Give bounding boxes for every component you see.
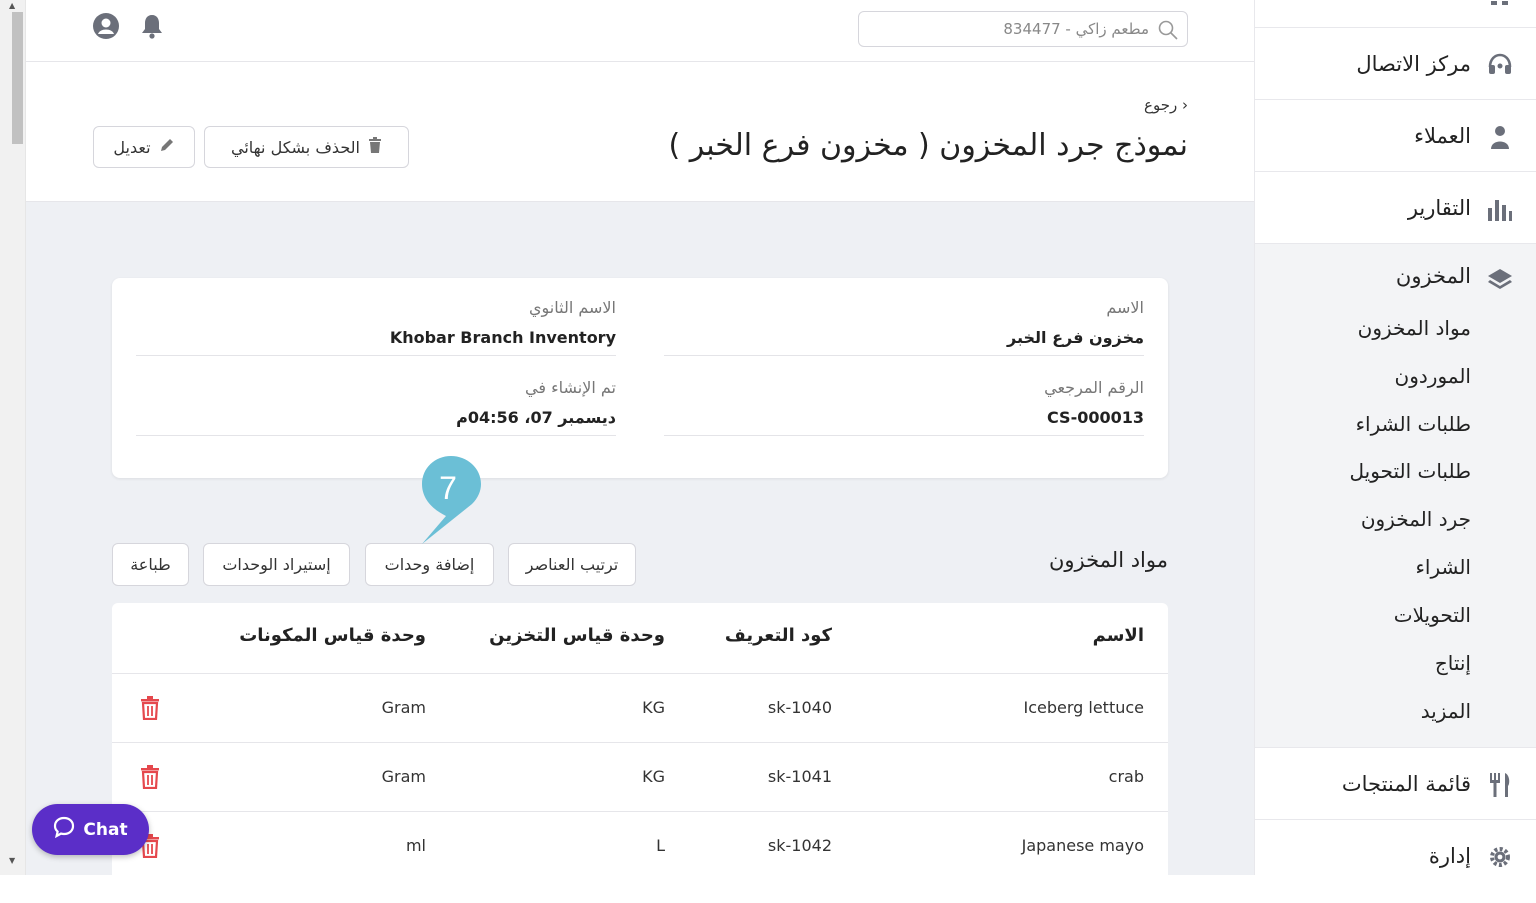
sidebar-sub-purchasing[interactable]: الشراء [1416, 555, 1472, 579]
chat-bubble-icon [53, 816, 75, 843]
import-units-button[interactable]: إستيراد الوحدات [203, 543, 350, 586]
cell-sku: sk-1040 [767, 698, 832, 717]
sidebar-item-reports[interactable]: التقارير [1255, 172, 1536, 244]
delete-row-trash-icon[interactable] [140, 696, 160, 721]
cell-ingredient-unit: ml [405, 836, 426, 855]
created-label: تم الإنشاء في [525, 378, 616, 397]
cell-storage-unit: KG [642, 698, 665, 717]
sidebar-sub-inventory-items[interactable]: مواد المخزون [1358, 316, 1471, 340]
sidebar-item-menu[interactable]: قائمة المنتجات [1255, 748, 1536, 820]
headset-icon [1487, 52, 1513, 78]
sidebar-sub-inventory-count[interactable]: جرد المخزون [1361, 507, 1471, 531]
cell-ingredient-unit: Gram [381, 767, 426, 786]
sidebar-item-label: التقارير [1407, 196, 1471, 220]
created-value: ديسمبر 07، 04:56م [456, 408, 616, 427]
chat-label: Chat [83, 819, 128, 840]
scroll-up-arrow-icon[interactable]: ▲ [9, 2, 15, 10]
scrollbar-thumb[interactable] [12, 12, 23, 144]
column-header-ingredient-unit: وحدة قياس المكونات [239, 625, 426, 646]
sidebar-sub-more[interactable]: المزيد [1421, 699, 1471, 723]
search-input[interactable]: مطعم زاكي - 834477 [858, 11, 1188, 47]
items-section-title: مواد المخزون [1048, 548, 1168, 572]
user-circle-icon[interactable] [92, 12, 120, 40]
column-header-name: الاسم [1092, 625, 1144, 646]
sidebar-item-label: قائمة المنتجات [1341, 772, 1471, 796]
gear-icon [1487, 844, 1513, 870]
cell-storage-unit: L [656, 836, 665, 855]
sidebar-group-inventory: المخزون مواد المخزون الموردون طلبات الشر… [1255, 244, 1536, 748]
inventory-items-table: الاسم كود التعريف وحدة قياس التخزين وحدة… [112, 603, 1168, 903]
grid-icon [1487, 0, 1513, 22]
sidebar: مركز الاتصال العملاء التقارير المخزون مو… [1254, 0, 1536, 875]
column-header-storage-unit: وحدة قياس التخزين [489, 625, 665, 646]
sidebar-sub-suppliers[interactable]: الموردون [1395, 364, 1471, 388]
table-row: Japanese mayo sk-1042 L ml [112, 811, 1168, 880]
name-value: مخزون فرع الخبر [1007, 328, 1144, 347]
search-icon [1157, 19, 1179, 41]
page-header: ‹ رجوع نموذج جرد المخزون ( مخزون فرع الخ… [26, 62, 1254, 202]
sidebar-sub-production[interactable]: إنتاج [1435, 651, 1471, 675]
column-header-sku: كود التعريف [724, 625, 832, 646]
sidebar-item-call-center[interactable]: مركز الاتصال [1255, 28, 1536, 100]
cell-ingredient-unit: Gram [381, 698, 426, 717]
field-secondary-name: الاسم الثانوي Khobar Branch Inventory [136, 278, 616, 356]
cell-storage-unit: KG [642, 767, 665, 786]
cell-name: crab [1108, 767, 1144, 786]
sidebar-item-partial[interactable] [1255, 0, 1536, 28]
cell-name: Iceberg lettuce [1023, 698, 1144, 717]
search-text: مطعم زاكي - 834477 [1003, 20, 1149, 38]
chevron-left-icon: ‹ [1182, 96, 1188, 114]
sidebar-item-label: مركز الاتصال [1356, 52, 1471, 76]
field-created: تم الإنشاء في ديسمبر 07، 04:56م [136, 358, 616, 436]
bar-chart-icon [1487, 196, 1513, 222]
tutorial-step-pin: 7 [420, 454, 482, 546]
bell-icon[interactable] [138, 12, 166, 40]
fork-knife-icon [1487, 772, 1513, 798]
sidebar-item-admin[interactable]: إدارة [1255, 820, 1536, 892]
delete-permanently-button[interactable]: الحذف بشكل نهائي [204, 126, 409, 168]
trash-icon [368, 137, 382, 157]
cell-name: Japanese mayo [1021, 836, 1144, 855]
main-content: الاسم مخزون فرع الخبر الاسم الثانوي Khob… [26, 202, 1254, 903]
scroll-down-arrow-icon[interactable]: ▼ [9, 857, 15, 865]
sidebar-sub-transfer-orders[interactable]: طلبات التحويل [1350, 459, 1472, 483]
sort-items-button[interactable]: ترتيب العناصر [508, 543, 636, 586]
edit-button[interactable]: تعديل [93, 126, 195, 168]
field-reference: الرقم المرجعي CS-000013 [664, 358, 1144, 436]
delete-label: الحذف بشكل نهائي [231, 137, 360, 157]
reference-label: الرقم المرجعي [1044, 378, 1144, 397]
field-name: الاسم مخزون فرع الخبر [664, 278, 1144, 356]
cell-sku: sk-1042 [767, 836, 832, 855]
secondary-name-label: الاسم الثانوي [529, 298, 616, 317]
layers-icon [1487, 266, 1513, 292]
chat-button[interactable]: Chat [32, 804, 149, 855]
sidebar-sub-purchase-orders[interactable]: طلبات الشراء [1356, 412, 1471, 436]
pencil-icon [159, 137, 175, 157]
reference-value: CS-000013 [1047, 408, 1144, 427]
edit-label: تعديل [113, 137, 151, 157]
page-scrollbar[interactable]: ▲ ▼ [0, 0, 26, 875]
sidebar-sub-transfers[interactable]: التحويلات [1394, 603, 1471, 627]
table-row: crab sk-1041 KG Gram [112, 742, 1168, 811]
sidebar-item-label: العملاء [1414, 124, 1471, 148]
sidebar-item-inventory[interactable]: المخزون [1396, 264, 1471, 288]
sidebar-item-label: إدارة [1428, 844, 1471, 868]
details-card: الاسم مخزون فرع الخبر الاسم الثانوي Khob… [112, 278, 1168, 478]
back-link[interactable]: ‹ رجوع [1144, 96, 1188, 114]
customers-icon [1487, 124, 1513, 150]
secondary-name-value: Khobar Branch Inventory [389, 328, 616, 347]
top-bar: مطعم زاكي - 834477 [26, 0, 1254, 62]
add-units-button[interactable]: إضافة وحدات [365, 543, 494, 586]
back-label: رجوع [1144, 96, 1178, 114]
tutorial-step-number: 7 [439, 470, 457, 506]
delete-row-trash-icon[interactable] [140, 765, 160, 790]
sidebar-item-customers[interactable]: العملاء [1255, 100, 1536, 172]
page-title: نموذج جرد المخزون ( مخزون فرع الخبر ) [668, 128, 1188, 163]
name-label: الاسم [1106, 298, 1144, 317]
print-button[interactable]: طباعة [112, 543, 189, 586]
table-row: Iceberg lettuce sk-1040 KG Gram [112, 673, 1168, 742]
cell-sku: sk-1041 [767, 767, 832, 786]
